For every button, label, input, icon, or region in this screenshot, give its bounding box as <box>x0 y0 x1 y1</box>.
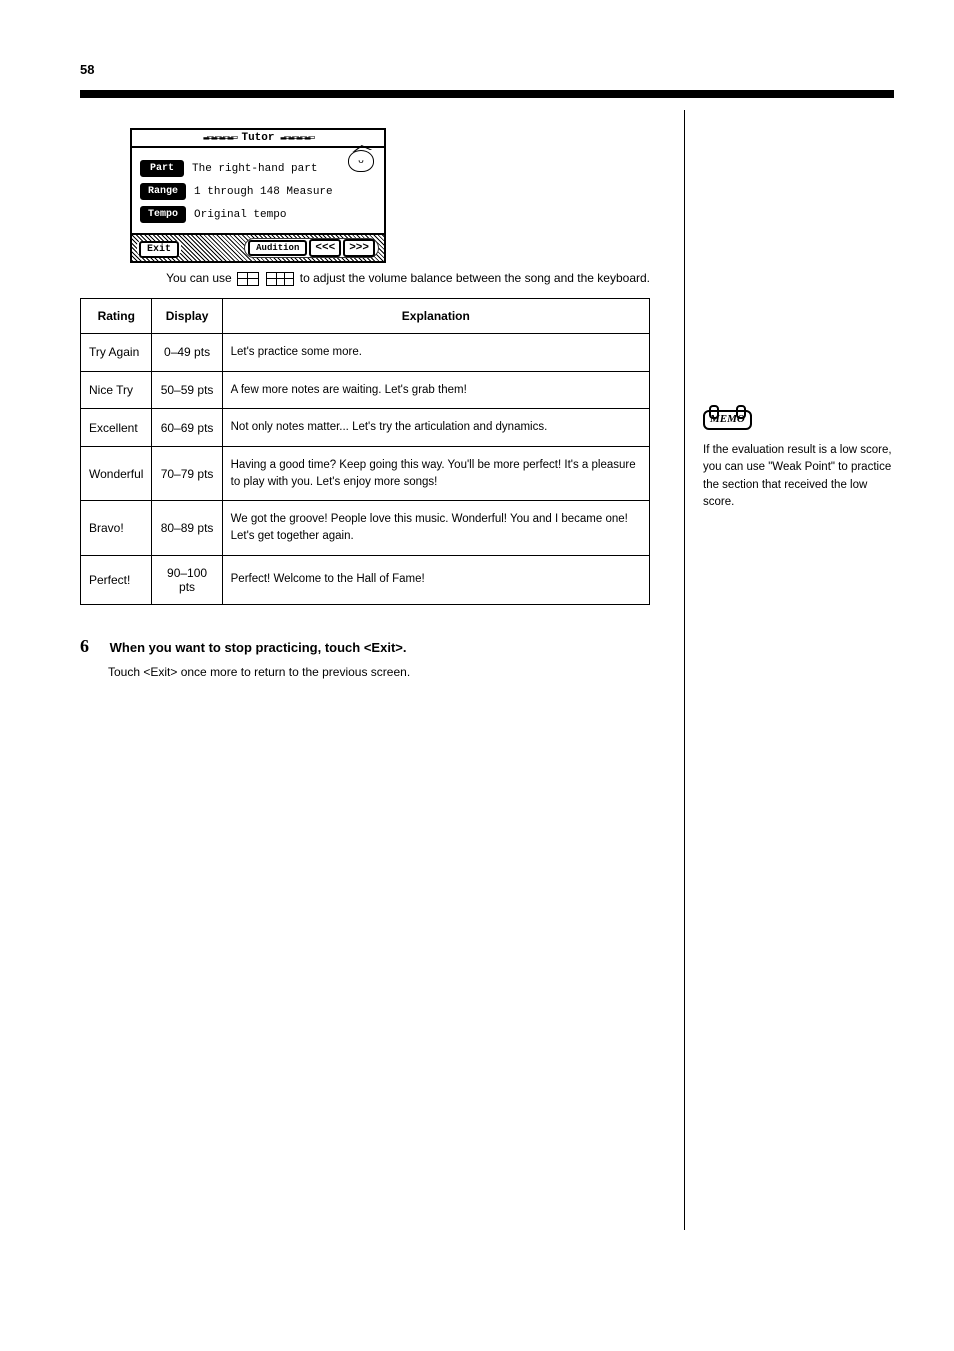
audition-button[interactable]: Audition <box>248 240 307 256</box>
rating-cell: Wonderful <box>81 446 152 500</box>
tutor-part-row: Part The right-hand part <box>140 160 376 177</box>
rating-cell: Perfect! <box>81 555 152 604</box>
audition-controls-group: Audition <<< >>> <box>244 238 379 258</box>
header-explanation: Explanation <box>222 298 649 333</box>
table-row: Perfect!90–100 ptsPerfect! Welcome to th… <box>81 555 650 604</box>
rewind-button[interactable]: <<< <box>309 239 341 257</box>
balance-caption: You can use to adjust the volume balance… <box>80 271 650 286</box>
caption-after: to adjust the volume balance between the… <box>300 271 650 285</box>
header-display: Display <box>152 298 222 333</box>
tutor-screen-body: ᴗ Part The right-hand part Range 1 throu… <box>132 148 384 233</box>
part-button[interactable]: Part <box>140 160 184 177</box>
display-cell: 0–49 pts <box>152 333 222 371</box>
tutor-title-text: Tutor <box>241 132 274 144</box>
rating-cell: Bravo! <box>81 501 152 555</box>
tutor-face-icon: ᴗ <box>358 157 364 167</box>
explanation-cell: Not only notes matter... Let's try the a… <box>222 409 649 447</box>
step-text: When you want to stop practicing, touch … <box>110 640 407 655</box>
tutor-screen-title-bar: ▬▭▬▭▬▭▬▭ Tutor ▬▭▬▭▬▭▬▭ <box>132 130 384 148</box>
explanation-cell: We got the groove! People love this musi… <box>222 501 649 555</box>
display-cell: 60–69 pts <box>152 409 222 447</box>
rating-cell: Nice Try <box>81 371 152 409</box>
keyboard-decoration-left: ▬▭▬▭▬▭▬▭ <box>203 132 235 144</box>
rating-cell: Try Again <box>81 333 152 371</box>
fast-forward-button[interactable]: >>> <box>343 239 375 257</box>
step-6: 6 When you want to stop practicing, touc… <box>80 633 650 682</box>
display-cell: 50–59 pts <box>152 371 222 409</box>
tempo-value-text: Original tempo <box>194 209 286 221</box>
step-note: Touch <Exit> once more to return to the … <box>108 663 650 682</box>
display-cell: 80–89 pts <box>152 501 222 555</box>
table-row: Try Again0–49 ptsLet's practice some mor… <box>81 333 650 371</box>
range-button[interactable]: Range <box>140 183 186 200</box>
table-header-row: Rating Display Explanation <box>81 298 650 333</box>
tutor-screen: ▬▭▬▭▬▭▬▭ Tutor ▬▭▬▭▬▭▬▭ ᴗ Part The right… <box>130 128 386 263</box>
explanation-cell: A few more notes are waiting. Let's grab… <box>222 371 649 409</box>
explanation-cell: Let's practice some more. <box>222 333 649 371</box>
page-number: 58 <box>80 62 94 77</box>
balance-button-icon-right <box>266 272 294 286</box>
table-row: Excellent60–69 ptsNot only notes matter.… <box>81 409 650 447</box>
tempo-button[interactable]: Tempo <box>140 206 186 223</box>
range-value-text: 1 through 148 Measure <box>194 186 333 198</box>
rating-cell: Excellent <box>81 409 152 447</box>
table-row: Wonderful70–79 ptsHaving a good time? Ke… <box>81 446 650 500</box>
keyboard-decoration-right: ▬▭▬▭▬▭▬▭ <box>281 132 313 144</box>
balance-button-icon-left <box>237 272 259 286</box>
table-row: Nice Try50–59 ptsA few more notes are wa… <box>81 371 650 409</box>
part-value-text: The right-hand part <box>192 163 317 175</box>
tutor-character-icon: ᴗ <box>348 150 374 172</box>
caption-before: You can use <box>166 271 235 285</box>
step-number: 6 <box>80 633 106 659</box>
explanation-cell: Perfect! Welcome to the Hall of Fame! <box>222 555 649 604</box>
table-row: Bravo!80–89 ptsWe got the groove! People… <box>81 501 650 555</box>
memo-sidebar: MEMO If the evaluation result is a low s… <box>684 110 894 1230</box>
memo-icon: MEMO <box>703 410 752 430</box>
tutor-tempo-row: Tempo Original tempo <box>140 206 376 223</box>
tutor-screen-footer: Exit Audition <<< >>> <box>132 233 384 261</box>
rating-table: Rating Display Explanation Try Again0–49… <box>80 298 650 605</box>
header-rule <box>80 90 894 98</box>
display-cell: 70–79 pts <box>152 446 222 500</box>
tutor-range-row: Range 1 through 148 Measure <box>140 183 376 200</box>
explanation-cell: Having a good time? Keep going this way.… <box>222 446 649 500</box>
exit-button[interactable]: Exit <box>139 241 179 258</box>
memo-text: If the evaluation result is a low score,… <box>703 442 894 511</box>
header-rating: Rating <box>81 298 152 333</box>
display-cell: 90–100 pts <box>152 555 222 604</box>
